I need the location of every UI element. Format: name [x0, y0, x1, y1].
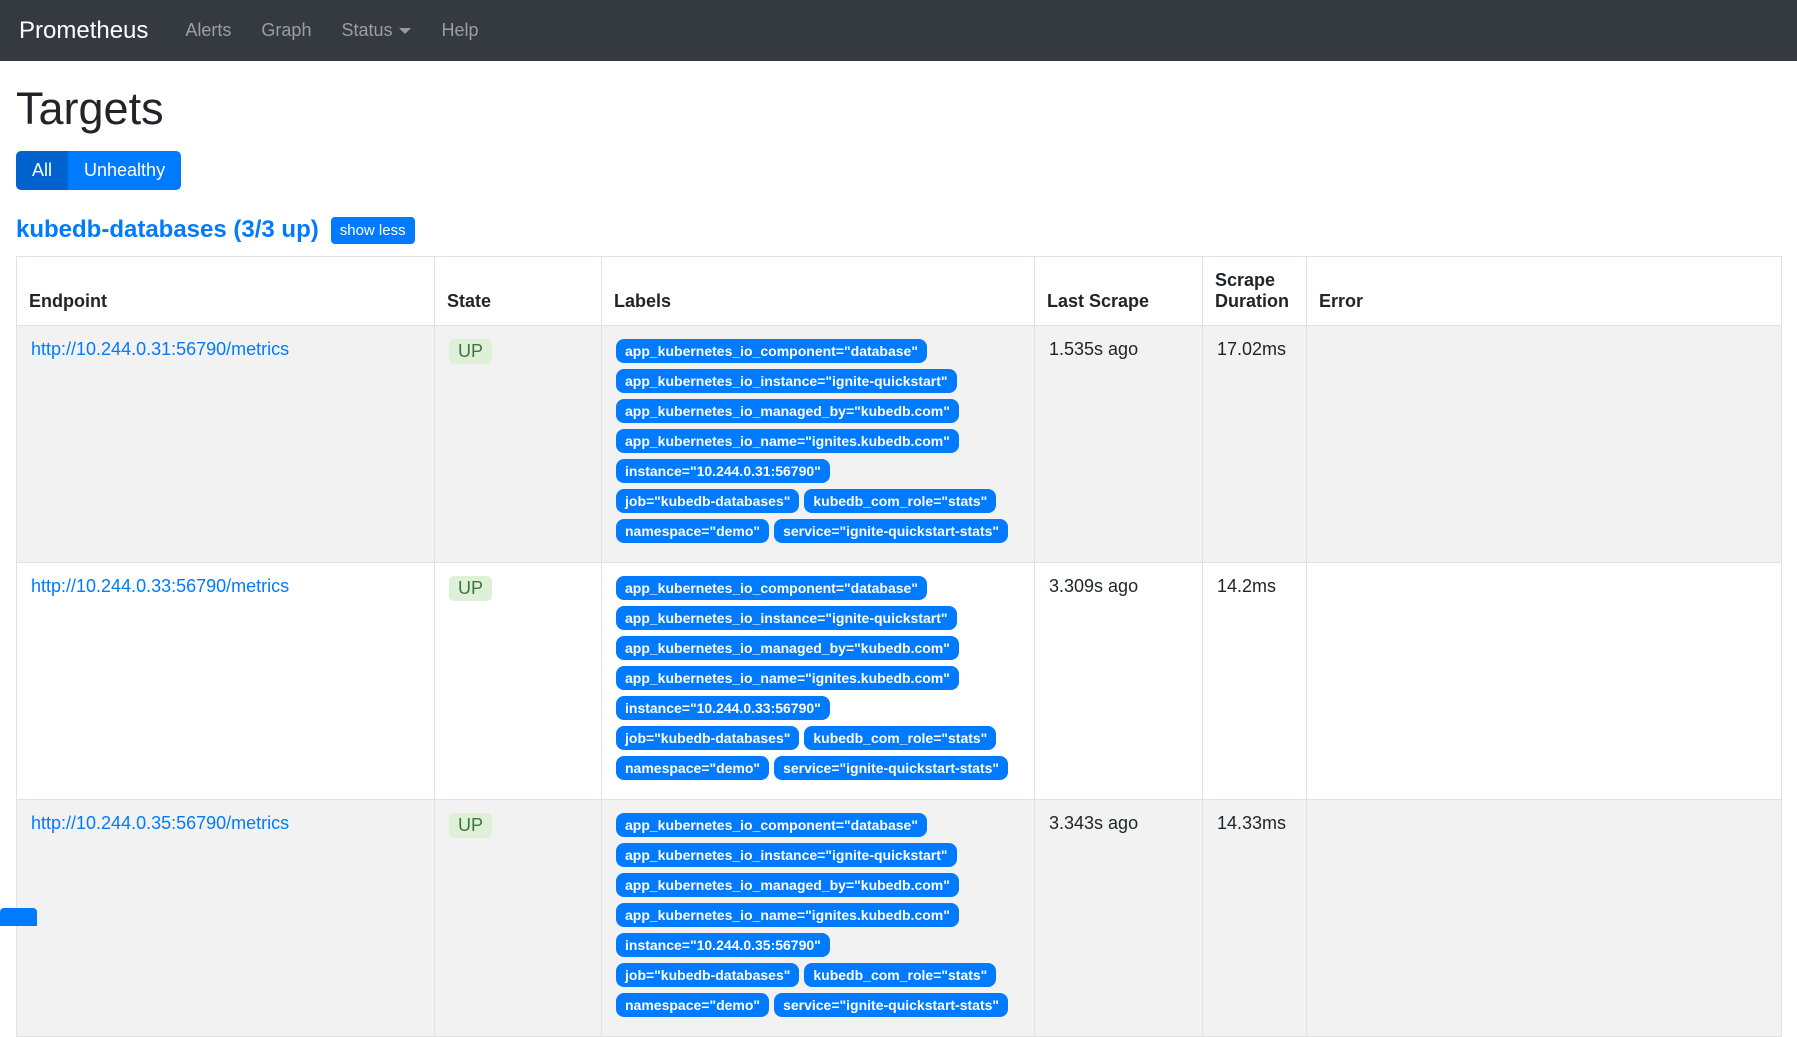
table-row: http://10.244.0.35:56790/metrics UP app_ku… — [17, 800, 1782, 1037]
brand-prometheus[interactable]: Prometheus — [19, 17, 148, 45]
labels-cell: app_kubernetes_io_component="database"ap… — [602, 800, 1035, 1037]
job-header: kubedb-databases (3/3 up) show less — [16, 216, 1781, 244]
cutoff-button-fragment[interactable] — [0, 908, 37, 926]
nav-item-help[interactable]: Help — [426, 10, 493, 51]
header-endpoint: Endpoint — [17, 257, 435, 326]
error-cell — [1307, 800, 1782, 1037]
last-scrape-cell: 3.343s ago — [1035, 800, 1203, 1037]
state-cell: UP — [435, 563, 602, 800]
label-badge: app_kubernetes_io_managed_by="kubedb.com… — [616, 636, 959, 660]
last-scrape-cell: 3.309s ago — [1035, 563, 1203, 800]
filter-unhealthy-button[interactable]: Unhealthy — [68, 151, 181, 190]
header-last-scrape: Last Scrape — [1035, 257, 1203, 326]
page-title: Targets — [16, 83, 1781, 135]
label-badge: app_kubernetes_io_name="ignites.kubedb.c… — [616, 903, 959, 927]
label-badge: job="kubedb-databases" — [616, 963, 799, 987]
label-badge: namespace="demo" — [616, 519, 769, 543]
header-scrape-duration: Scrape Duration — [1203, 257, 1307, 326]
state-up-badge: UP — [449, 813, 492, 838]
nav-item-status-label: Status — [341, 20, 392, 41]
nav-item-graph[interactable]: Graph — [246, 10, 326, 51]
header-error: Error — [1307, 257, 1782, 326]
label-badge: service="ignite-quickstart-stats" — [774, 519, 1008, 543]
label-badge: service="ignite-quickstart-stats" — [774, 993, 1008, 1017]
endpoint-link[interactable]: http://10.244.0.33:56790/metrics — [31, 576, 289, 596]
label-badge: job="kubedb-databases" — [616, 489, 799, 513]
target-filter-group: All Unhealthy — [16, 151, 181, 190]
label-badge: app_kubernetes_io_component="database" — [616, 339, 927, 363]
error-cell — [1307, 563, 1782, 800]
scrape-duration-cell: 14.33ms — [1203, 800, 1307, 1037]
label-badge: app_kubernetes_io_instance="ignite-quick… — [616, 369, 957, 393]
label-badge: app_kubernetes_io_instance="ignite-quick… — [616, 606, 957, 630]
label-badge: service="ignite-quickstart-stats" — [774, 756, 1008, 780]
label-badge: job="kubedb-databases" — [616, 726, 799, 750]
label-badge: app_kubernetes_io_managed_by="kubedb.com… — [616, 873, 959, 897]
label-badge: namespace="demo" — [616, 993, 769, 1017]
scrape-duration-cell: 17.02ms — [1203, 326, 1307, 563]
targets-table: Endpoint State Labels Last Scrape Scrape… — [16, 256, 1782, 1037]
scrape-duration-cell: 14.2ms — [1203, 563, 1307, 800]
header-state: State — [435, 257, 602, 326]
error-cell — [1307, 326, 1782, 563]
header-labels: Labels — [602, 257, 1035, 326]
label-badge: app_kubernetes_io_component="database" — [616, 576, 927, 600]
last-scrape-cell: 1.535s ago — [1035, 326, 1203, 563]
endpoint-cell: http://10.244.0.33:56790/metrics — [17, 563, 435, 800]
label-badge: kubedb_com_role="stats" — [804, 489, 996, 513]
job-title: kubedb-databases (3/3 up) — [16, 216, 319, 244]
table-row: http://10.244.0.33:56790/metrics UP app_ku… — [17, 563, 1782, 800]
label-badge: kubedb_com_role="stats" — [804, 963, 996, 987]
label-badge: instance="10.244.0.35:56790" — [616, 933, 830, 957]
label-badge: instance="10.244.0.33:56790" — [616, 696, 830, 720]
show-less-button[interactable]: show less — [331, 217, 415, 244]
label-badge: app_kubernetes_io_name="ignites.kubedb.c… — [616, 666, 959, 690]
state-cell: UP — [435, 800, 602, 1037]
filter-all-button[interactable]: All — [16, 151, 68, 190]
label-badge: kubedb_com_role="stats" — [804, 726, 996, 750]
endpoint-link[interactable]: http://10.244.0.31:56790/metrics — [31, 339, 289, 359]
navbar: Prometheus Alerts Graph Status Help — [0, 0, 1797, 61]
labels-cell: app_kubernetes_io_component="database"ap… — [602, 563, 1035, 800]
label-badge: app_kubernetes_io_instance="ignite-quick… — [616, 843, 957, 867]
nav-item-status[interactable]: Status — [326, 10, 426, 51]
label-badge: namespace="demo" — [616, 756, 769, 780]
table-header-row: Endpoint State Labels Last Scrape Scrape… — [17, 257, 1782, 326]
label-badge: app_kubernetes_io_name="ignites.kubedb.c… — [616, 429, 959, 453]
endpoint-cell: http://10.244.0.35:56790/metrics — [17, 800, 435, 1037]
state-cell: UP — [435, 326, 602, 563]
chevron-down-icon — [399, 28, 411, 34]
labels-cell: app_kubernetes_io_component="database"ap… — [602, 326, 1035, 563]
label-badge: app_kubernetes_io_managed_by="kubedb.com… — [616, 399, 959, 423]
state-up-badge: UP — [449, 576, 492, 601]
label-badge: app_kubernetes_io_component="database" — [616, 813, 927, 837]
label-badge: instance="10.244.0.31:56790" — [616, 459, 830, 483]
main-content: Targets All Unhealthy kubedb-databases (… — [0, 83, 1797, 1037]
table-row: http://10.244.0.31:56790/metrics UP app_ku… — [17, 326, 1782, 563]
endpoint-cell: http://10.244.0.31:56790/metrics — [17, 326, 435, 563]
endpoint-link[interactable]: http://10.244.0.35:56790/metrics — [31, 813, 289, 833]
nav-item-alerts[interactable]: Alerts — [170, 10, 246, 51]
state-up-badge: UP — [449, 339, 492, 364]
